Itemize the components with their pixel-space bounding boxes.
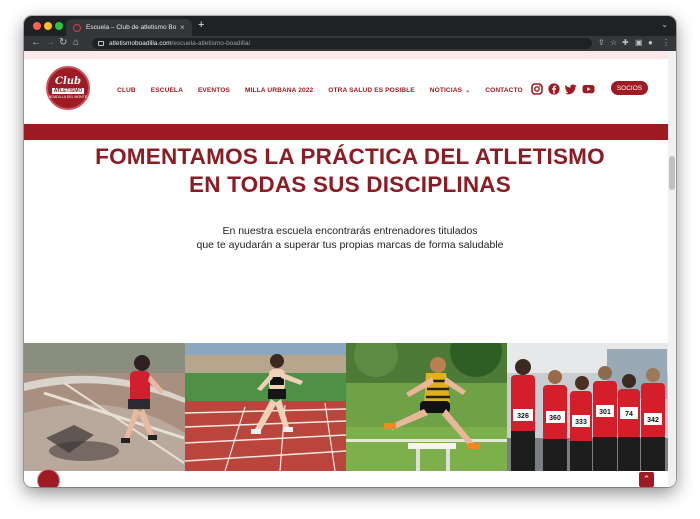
top-stripe [24,51,676,59]
forward-arrow-icon[interactable]: → [45,37,55,49]
logo-sub-text: BOADILLA DEL MONTE [48,95,88,99]
share-icon[interactable]: ⇪ [598,38,605,48]
tab-bar: Escuela – Club de atletismo Bo × + ⌄ [24,16,676,36]
main-nav: CLUB ESCUELA EVENTOS MILLA URBANA 2022 O… [117,87,538,94]
profile-icon[interactable]: ● [648,38,653,48]
photo-runner-group[interactable]: 326 360 333 301 74 342 [507,343,668,471]
chevron-down-icon: ⌄ [465,88,471,94]
menu-icon[interactable]: ⋮ [662,38,670,48]
minimize-window-button[interactable] [44,22,52,30]
maximize-window-button[interactable] [55,22,63,30]
floating-club-badge[interactable] [37,469,60,487]
back-to-top-button[interactable]: ⌃ [639,472,654,487]
tab-favicon-icon [73,23,81,32]
bib-number: 326 [517,413,529,420]
bib-number: 74 [625,411,633,418]
hero-headline: FOMENTAMOS LA PRÁCTICA DEL ATLETISMO EN … [24,143,676,199]
browser-window: Escuela – Club de atletismo Bo × + ⌄ ← →… [24,16,676,487]
hero-subtitle-line1: En nuestra escuela encontrarás entrenado… [222,225,478,237]
hero-subtitle: En nuestra escuela encontrarás entrenado… [24,224,676,252]
club-logo[interactable]: Club ATLETISMO BOADILLA DEL MONTE [46,66,90,110]
facebook-icon[interactable] [548,83,560,95]
twitter-icon[interactable] [565,83,577,95]
reload-icon[interactable]: ↻ [59,37,67,49]
bib-number: 301 [599,409,611,416]
extensions-icon[interactable]: ✚ [622,38,629,48]
tab-title: Escuela – Club de atletismo Bo [86,24,176,31]
nav-item-club[interactable]: CLUB [117,87,136,94]
photo-gallery: 326 360 333 301 74 342 [24,343,668,471]
home-icon[interactable]: ⌂ [73,37,79,49]
star-icon[interactable]: ☆ [610,38,617,48]
web-page: Club ATLETISMO BOADILLA DEL MONTE CLUB E… [24,51,676,487]
url-field[interactable]: atletismoboadilla.com/escuela-atletismo-… [92,38,592,49]
photo-girl-sprinting[interactable] [185,343,346,471]
nav-item-contacto[interactable]: CONTACTO [485,87,523,94]
logo-name-text: ATLETISMO [51,88,85,94]
youtube-icon[interactable] [582,83,595,95]
tab-search-icon[interactable]: ⌄ [661,20,668,29]
page-scrollbar[interactable] [668,51,676,487]
scrollbar-thumb[interactable] [669,156,675,190]
nav-item-eventos[interactable]: EVENTOS [198,87,230,94]
hero-headline-line1: FOMENTAMOS LA PRÁCTICA DEL ATLETISMO [95,144,605,169]
url-text: atletismoboadilla.com/escuela-atletismo-… [109,40,251,47]
chevron-up-icon: ⌃ [642,474,651,484]
bib-number: 342 [647,417,659,424]
nav-item-noticias[interactable]: NOTICIAS ⌄ [430,87,470,94]
nav-item-escuela[interactable]: ESCUELA [151,87,183,94]
instagram-icon[interactable] [531,83,543,95]
photo-child-running[interactable] [24,343,185,471]
back-arrow-icon[interactable]: ← [31,37,41,49]
lock-icon [98,41,104,46]
photo-hurdler[interactable] [346,343,507,471]
red-band [24,124,676,140]
tab-close-icon[interactable]: × [180,23,185,32]
close-window-button[interactable] [33,22,41,30]
nav-item-milla-urbana[interactable]: MILLA URBANA 2022 [245,87,313,94]
address-bar: ← → ↻ ⌂ atletismoboadilla.com/escuela-at… [24,36,676,51]
sidebar-icon[interactable]: ▣ [635,38,643,48]
nav-item-otra-salud[interactable]: OTRA SALUD ES POSIBLE [328,87,414,94]
logo-club-text: Club [54,76,82,87]
new-tab-button[interactable]: + [198,20,204,31]
bib-number: 333 [575,419,587,426]
hero-headline-line2: EN TODAS SUS DISCIPLINAS [189,172,511,197]
site-header: Club ATLETISMO BOADILLA DEL MONTE CLUB E… [24,59,676,123]
hero-subtitle-line2: que te ayudarán a superar tus propias ma… [196,239,504,251]
bib-number: 360 [549,415,561,422]
browser-tab[interactable]: Escuela – Club de atletismo Bo × [66,19,192,36]
socios-button[interactable]: SOCIOS [611,81,648,95]
